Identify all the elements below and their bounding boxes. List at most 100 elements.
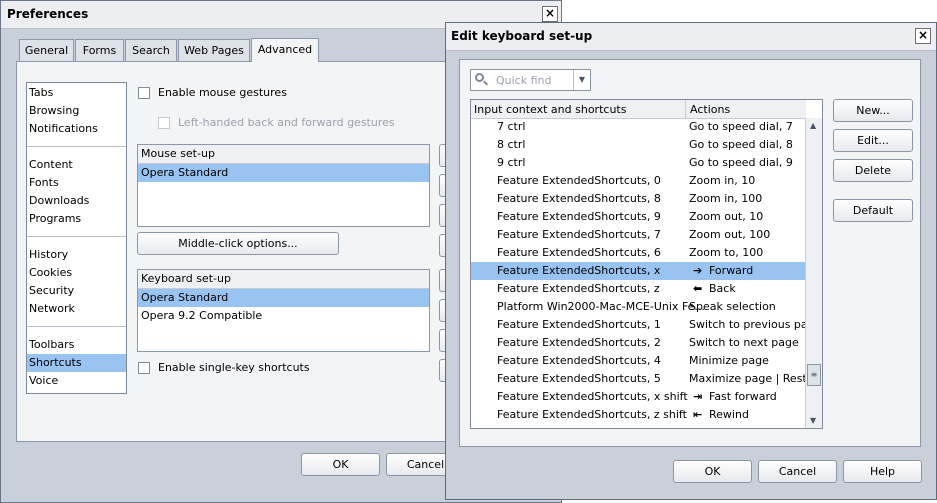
- middle-click-options-button[interactable]: Middle-click options...: [137, 232, 339, 255]
- shortcut-key-cell: Feature ExtendedShortcuts, 1: [497, 318, 661, 331]
- close-icon[interactable]: ×: [542, 6, 558, 22]
- keyboard-setup-item[interactable]: Opera Standard: [138, 289, 429, 307]
- table-row[interactable]: Feature ExtendedShortcuts, 9 Zoom out, 10: [471, 208, 806, 226]
- shortcut-action-cell: Switch to previous page: [689, 316, 821, 334]
- tab-web-pages[interactable]: Web Pages: [178, 39, 250, 61]
- keyboard-cancel-button[interactable]: Cancel: [758, 460, 837, 483]
- shortcut-key-cell: Feature ExtendedShortcuts, x: [497, 264, 661, 277]
- table-row[interactable]: Feature ExtendedShortcuts, 7 Zoom out, 10…: [471, 226, 806, 244]
- shortcut-key-cell: Feature ExtendedShortcuts, z shift: [497, 408, 687, 421]
- column-header-input[interactable]: Input context and shortcuts: [474, 103, 626, 116]
- scrollbar[interactable]: ▲ ≡ ▼: [805, 118, 822, 428]
- table-row[interactable]: 9 ctrl Go to speed dial, 9: [471, 154, 806, 172]
- table-row[interactable]: Feature ExtendedShortcuts, x shift ⇥ Fast …: [471, 388, 806, 406]
- column-header-actions[interactable]: Actions: [690, 103, 730, 116]
- scroll-up-icon[interactable]: ▲: [810, 121, 816, 130]
- shortcut-key-cell: Feature ExtendedShortcuts, 4: [497, 354, 661, 367]
- chevron-down-icon[interactable]: ▼: [573, 70, 590, 90]
- sidebar-item-cookies[interactable]: Cookies: [29, 264, 72, 282]
- shortcut-key-cell: Feature ExtendedShortcuts, 8: [497, 192, 661, 205]
- sidebar-item-content[interactable]: Content: [29, 156, 73, 174]
- shortcut-action-cell: Go to speed dial, 9: [689, 154, 793, 172]
- shortcut-key-cell: Platform Win2000-Mac-MCE-Unix Fe...: [497, 300, 705, 313]
- keyboard-help-button[interactable]: Help: [843, 460, 922, 483]
- tab-general[interactable]: General: [19, 39, 74, 61]
- keyboard-ok-button[interactable]: OK: [673, 460, 752, 483]
- table-row[interactable]: Feature ExtendedShortcuts, 0 Zoom in, 10: [471, 172, 806, 190]
- shortcut-key-cell: Feature ExtendedShortcuts, 5: [497, 372, 661, 385]
- enable-single-key-label: Enable single-key shortcuts: [158, 361, 310, 374]
- shortcut-key-cell: Feature ExtendedShortcuts, 0: [497, 174, 661, 187]
- tab-search[interactable]: Search: [125, 39, 177, 61]
- keyboard-setup-list: Keyboard set-up Opera Standard Opera 9.2…: [137, 269, 430, 352]
- sidebar-item-voice[interactable]: Voice: [29, 372, 58, 390]
- shortcut-action-cell: ⬅ Back: [693, 280, 736, 298]
- sidebar-item-history[interactable]: History: [29, 246, 68, 264]
- table-row[interactable]: Feature ExtendedShortcuts, 6 Zoom to, 100: [471, 244, 806, 262]
- shortcut-action-cell: ➔ Forward: [693, 262, 753, 280]
- default-button[interactable]: Default: [833, 199, 913, 222]
- sidebar-item-security[interactable]: Security: [29, 282, 74, 300]
- action-label: Zoom out, 100: [689, 228, 771, 241]
- keyboard-dialog-titlebar: Edit keyboard set-up ×: [446, 23, 936, 51]
- tab-advanced[interactable]: Advanced: [251, 38, 319, 62]
- action-label: Zoom in, 10: [689, 174, 756, 187]
- sidebar-divider: [27, 236, 126, 237]
- table-row[interactable]: 8 ctrl Go to speed dial, 8: [471, 136, 806, 154]
- action-label: Fast forward: [709, 390, 777, 403]
- shortcut-key-cell: 9 ctrl: [497, 156, 526, 169]
- shortcut-key-cell: Feature ExtendedShortcuts, 9: [497, 210, 661, 223]
- action-label: Speak selection: [689, 300, 776, 313]
- action-label: Zoom out, 10: [689, 210, 764, 223]
- sidebar-item-network[interactable]: Network: [29, 300, 75, 318]
- table-row[interactable]: Feature ExtendedShortcuts, 4 Minimize pag…: [471, 352, 806, 370]
- table-row[interactable]: Feature ExtendedShortcuts, 2 Switch to ne…: [471, 334, 806, 352]
- action-label: Minimize page: [689, 354, 769, 367]
- new-shortcut-button[interactable]: New...: [833, 99, 913, 122]
- quick-find-placeholder: Quick find: [496, 74, 552, 87]
- preferences-ok-button[interactable]: OK: [301, 453, 380, 476]
- tab-forms[interactable]: Forms: [75, 39, 124, 61]
- scroll-thumb[interactable]: ≡: [807, 364, 821, 386]
- table-row[interactable]: Feature ExtendedShortcuts, z shift ⇤ Rewin…: [471, 406, 806, 424]
- sidebar-item-programs[interactable]: Programs: [29, 210, 81, 228]
- sidebar-item-fonts[interactable]: Fonts: [29, 174, 59, 192]
- quick-find-field[interactable]: Quick find ▼: [470, 69, 591, 91]
- scroll-down-icon[interactable]: ▼: [810, 416, 816, 425]
- shortcut-key-cell: Feature ExtendedShortcuts, 6: [497, 246, 661, 259]
- edit-shortcut-button[interactable]: Edit...: [833, 129, 913, 152]
- advanced-sidebar-list: Tabs Browsing Notifications Content Font…: [26, 82, 127, 394]
- mouse-setup-item[interactable]: Opera Standard: [138, 164, 429, 182]
- sidebar-item-tabs[interactable]: Tabs: [29, 84, 53, 102]
- sidebar-divider: [27, 146, 126, 147]
- sidebar-item-shortcuts[interactable]: Shortcuts: [27, 354, 126, 372]
- sidebar-item-browsing[interactable]: Browsing: [29, 102, 79, 120]
- shortcut-key-cell: Feature ExtendedShortcuts, x shift: [497, 390, 688, 403]
- enable-single-key-checkbox[interactable]: [138, 362, 150, 374]
- shortcut-action-cell: Minimize page: [689, 352, 769, 370]
- table-row[interactable]: Feature ExtendedShortcuts, x ➔ Forward: [471, 262, 806, 280]
- shortcut-action-cell: Zoom out, 10: [689, 208, 763, 226]
- sidebar-item-toolbars[interactable]: Toolbars: [29, 336, 74, 354]
- action-label: Rewind: [709, 408, 749, 421]
- sidebar-item-notifications[interactable]: Notifications: [29, 120, 98, 138]
- shortcuts-rows: 7 ctrl Go to speed dial, 7 8 ctrl Go to spe…: [471, 118, 821, 428]
- table-row[interactable]: Feature ExtendedShortcuts, z ⬅ Back: [471, 280, 806, 298]
- shortcut-action-cell: Zoom in, 100: [689, 190, 762, 208]
- keyboard-setup-item[interactable]: Opera 9.2 Compatible: [138, 307, 429, 325]
- table-row[interactable]: 7 ctrl Go to speed dial, 7: [471, 118, 806, 136]
- table-row[interactable]: Feature ExtendedShortcuts, 8 Zoom in, 100: [471, 190, 806, 208]
- search-icon-handle: [483, 80, 488, 86]
- shortcut-action-cell: ⇤ Rewind: [693, 406, 749, 424]
- table-row[interactable]: Feature ExtendedShortcuts, 1 Switch to pr…: [471, 316, 821, 334]
- table-row[interactable]: Feature ExtendedShortcuts, 5 Maximize pag…: [471, 370, 817, 388]
- table-row[interactable]: Platform Win2000-Mac-MCE-Unix Fe... Speak…: [471, 298, 806, 316]
- action-label: Go to speed dial, 7: [689, 120, 793, 133]
- enable-mouse-gestures-checkbox[interactable]: [138, 87, 150, 99]
- sidebar-divider: [27, 326, 126, 327]
- close-icon[interactable]: ×: [915, 28, 931, 44]
- delete-shortcut-button[interactable]: Delete: [833, 159, 913, 182]
- action-icon: ⇥: [693, 390, 703, 403]
- action-label: Zoom in, 100: [689, 192, 763, 205]
- sidebar-item-downloads[interactable]: Downloads: [29, 192, 89, 210]
